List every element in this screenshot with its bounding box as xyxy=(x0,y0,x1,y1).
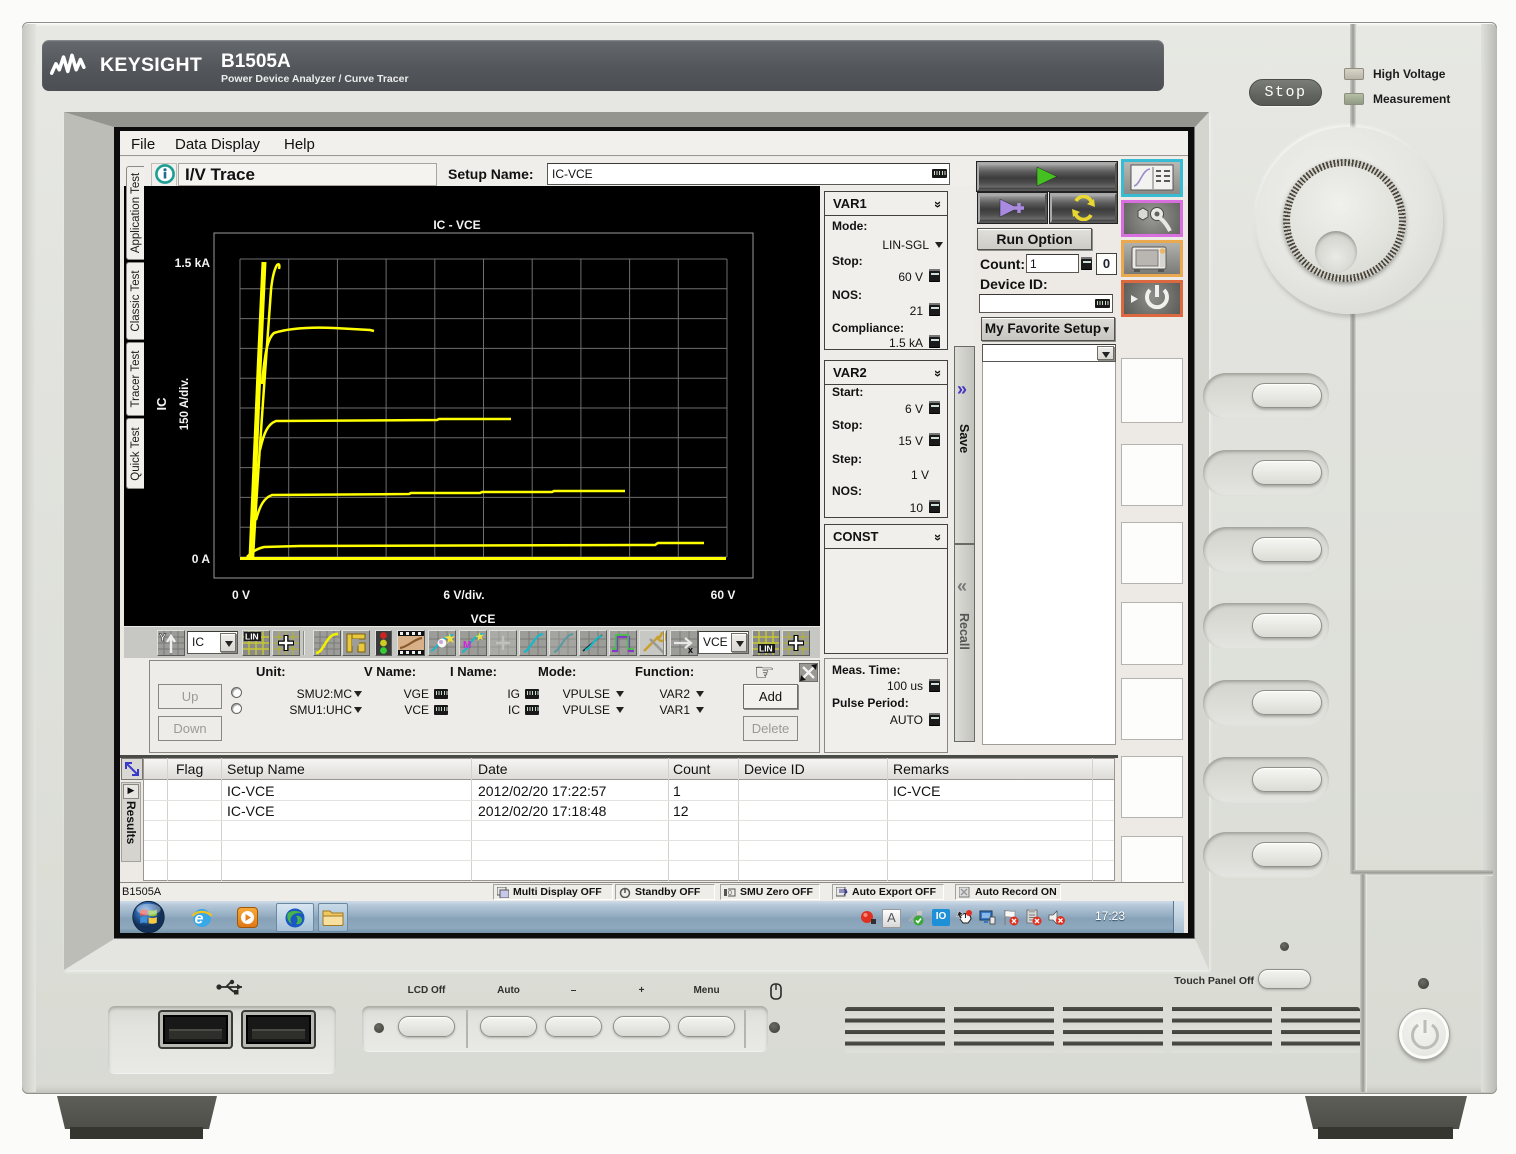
svg-text:VCE: VCE xyxy=(471,612,496,626)
svg-text:M: M xyxy=(463,640,471,651)
svg-text:IC: IC xyxy=(154,397,169,411)
svg-text:x: x xyxy=(688,645,693,655)
svg-text:LIN: LIN xyxy=(245,632,259,642)
svg-text:60 V: 60 V xyxy=(711,588,736,602)
svg-text:LIN: LIN xyxy=(759,644,773,654)
svg-text:6 V/div.: 6 V/div. xyxy=(443,588,484,602)
svg-text:0 A: 0 A xyxy=(192,552,211,566)
svg-text:1.5 kA: 1.5 kA xyxy=(175,256,211,270)
svg-text:Y: Y xyxy=(159,632,167,644)
svg-text:0: 0 xyxy=(728,890,732,897)
svg-text:0 V: 0 V xyxy=(232,588,250,602)
svg-text:IC - VCE: IC - VCE xyxy=(433,218,480,232)
svg-text:150 A/div.: 150 A/div. xyxy=(179,378,191,430)
